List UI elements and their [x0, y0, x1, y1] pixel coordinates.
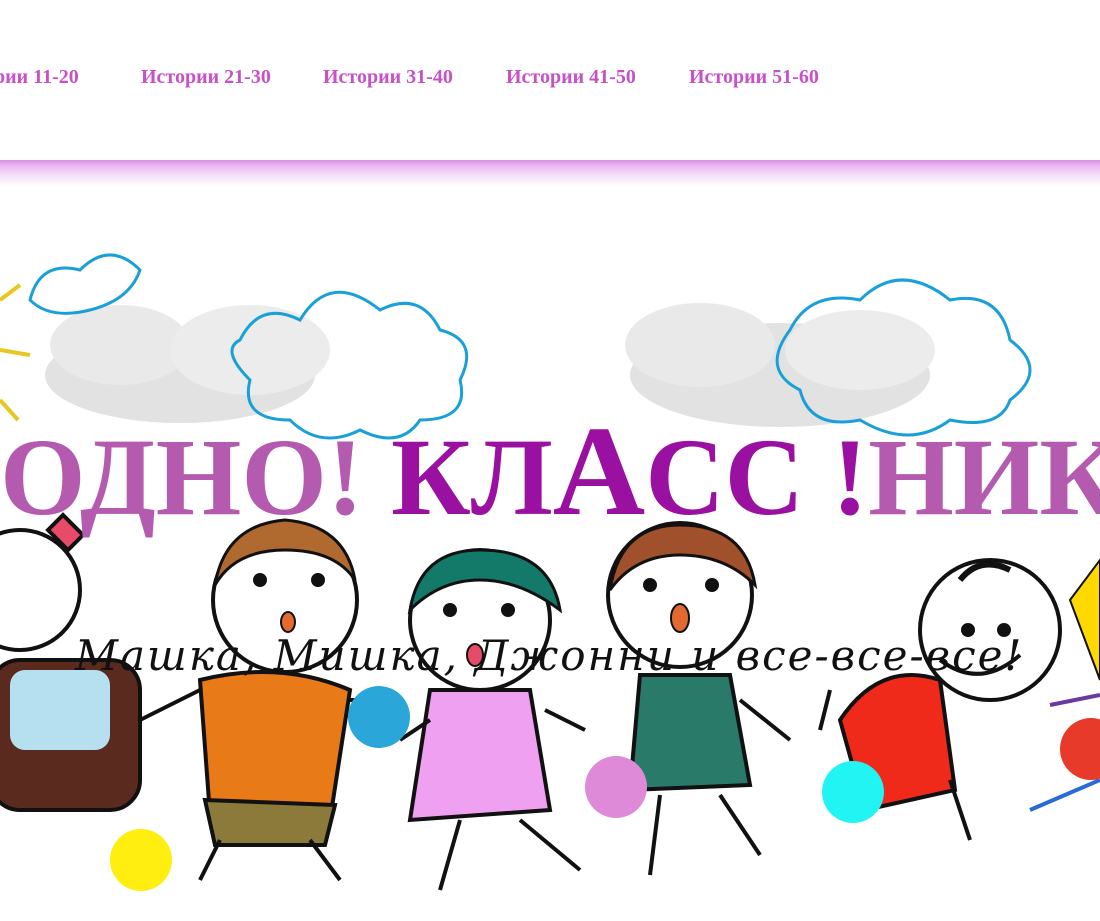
decorative-dot-blue — [348, 686, 410, 748]
cloud-icon — [45, 305, 330, 423]
decorative-dot-yellow — [110, 829, 172, 891]
decorative-dot-pink — [585, 756, 647, 818]
hero-banner: ОДНО! КЛАСС !НИК Машка, Мишка, Джонни и … — [0, 186, 1100, 921]
top-navigation: ории 11-20 Истории 21-30 Истории 31-40 И… — [0, 0, 1100, 160]
nav-link-stories-11-20[interactable]: ории 11-20 — [0, 66, 79, 89]
nav-link-stories-51-60[interactable]: Истории 51-60 — [689, 66, 819, 89]
nav-gradient-bar — [0, 160, 1100, 186]
cloud-group — [28, 253, 1032, 440]
nav-link-stories-31-40[interactable]: Истории 31-40 — [323, 66, 453, 89]
page-title: ОДНО! КЛАСС !НИК — [0, 400, 1100, 542]
hero-subtitle: Машка, Мишка, Джонни и все-все-все! — [75, 631, 1024, 680]
nav-link-stories-41-50[interactable]: Истории 41-50 — [506, 66, 636, 89]
child-figure — [606, 521, 792, 876]
nav-link-stories-21-30[interactable]: Истории 21-30 — [141, 66, 271, 89]
hero-illustration — [0, 253, 1100, 891]
sun-icon — [0, 283, 31, 422]
decorative-dot-cyan — [822, 761, 884, 823]
cloud-icon — [625, 303, 935, 427]
children-illustration — [0, 512, 1100, 891]
child-figure — [398, 548, 586, 891]
